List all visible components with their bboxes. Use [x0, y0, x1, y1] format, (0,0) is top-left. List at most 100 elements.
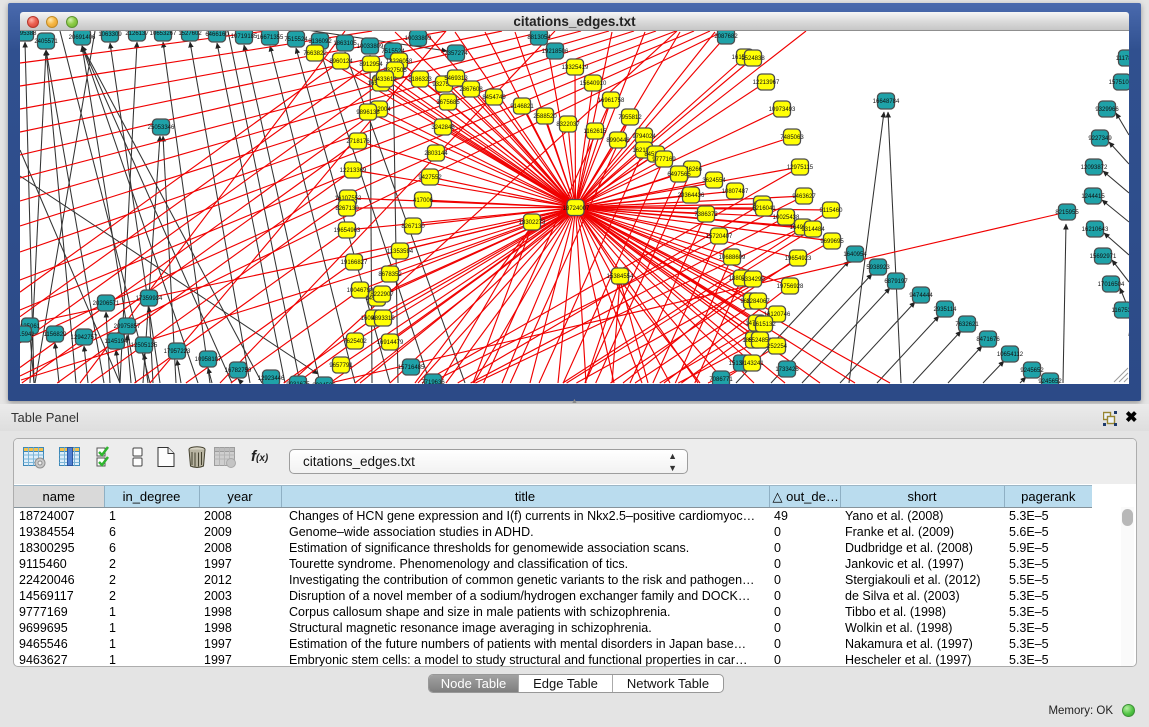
svg-text:11353594: 11353594	[387, 249, 414, 255]
svg-text:9115460: 9115460	[820, 208, 844, 214]
svg-text:8678352: 8678352	[378, 272, 402, 278]
svg-text:7719636: 7719636	[421, 380, 445, 384]
svg-text:7086771: 7086771	[709, 377, 733, 383]
svg-text:10653267: 10653267	[150, 31, 177, 37]
svg-text:8924506: 8924506	[312, 383, 336, 384]
svg-text:9314484: 9314484	[801, 227, 825, 233]
svg-text:417006: 417006	[413, 198, 434, 204]
svg-text:19654923: 19654923	[785, 256, 812, 262]
svg-text:9143241: 9143241	[740, 361, 764, 367]
svg-text:10033809: 10033809	[357, 44, 384, 50]
svg-text:10688609: 10688609	[719, 255, 746, 261]
svg-text:19756928: 19756928	[777, 284, 804, 290]
svg-text:16782759: 16782759	[225, 368, 252, 374]
svg-text:1063309: 1063309	[98, 32, 122, 38]
svg-text:4893319: 4893319	[371, 316, 395, 322]
svg-text:16648784: 16648784	[873, 99, 900, 105]
svg-text:7955812: 7955812	[618, 115, 642, 121]
svg-text:1117843: 1117843	[1116, 56, 1129, 62]
svg-text:2935114: 2935114	[934, 307, 958, 313]
svg-text:7663822: 7663822	[303, 51, 327, 57]
svg-text:18302273: 18302273	[519, 220, 546, 226]
svg-text:6879197: 6879197	[884, 279, 908, 285]
svg-text:12923446: 12923446	[258, 376, 285, 382]
svg-text:10958107: 10958107	[195, 357, 222, 363]
svg-text:9227349: 9227349	[1088, 136, 1112, 142]
svg-text:2718176: 2718176	[346, 139, 370, 145]
svg-text:9463627: 9463627	[792, 194, 816, 200]
svg-text:13325419: 13325419	[562, 65, 589, 71]
svg-text:8454749: 8454749	[482, 95, 506, 101]
svg-text:7625402: 7625402	[343, 339, 367, 345]
svg-text:9794024: 9794024	[632, 134, 656, 140]
svg-text:18724007: 18724007	[563, 206, 590, 212]
svg-text:5938923: 5938923	[866, 265, 890, 271]
svg-text:16210643: 16210643	[1082, 227, 1109, 233]
svg-text:7357274: 7357274	[444, 51, 468, 57]
svg-text:6466160: 6466160	[205, 32, 229, 38]
svg-text:15716485: 15716485	[398, 365, 425, 371]
svg-text:9427552: 9427552	[418, 175, 442, 181]
svg-text:10654112: 10654112	[997, 352, 1024, 358]
svg-text:20364436: 20364436	[678, 193, 705, 199]
svg-text:1162615: 1162615	[584, 129, 608, 135]
svg-text:17359934: 17359934	[136, 296, 163, 302]
svg-text:12213369: 12213369	[340, 168, 367, 174]
svg-text:9031675: 9031675	[286, 382, 310, 384]
svg-text:1615132: 1615132	[752, 322, 776, 328]
svg-text:9699695: 9699695	[820, 239, 844, 245]
svg-text:8215955: 8215955	[1055, 210, 1079, 216]
svg-text:20975857: 20975857	[114, 324, 141, 330]
svg-text:20206571: 20206571	[93, 301, 120, 307]
svg-text:1145194: 1145194	[105, 339, 129, 345]
svg-text:15751074: 15751074	[1109, 80, 1129, 86]
svg-text:8222907: 8222907	[370, 292, 394, 298]
svg-text:1244415: 1244415	[1081, 194, 1105, 200]
svg-text:20691406: 20691406	[69, 35, 96, 41]
svg-text:1195388: 1195388	[20, 31, 37, 37]
svg-text:15640910: 15640910	[580, 81, 607, 87]
svg-text:3675685: 3675685	[436, 100, 460, 106]
svg-text:8267130: 8267130	[335, 206, 359, 212]
svg-text:8912954: 8912954	[359, 62, 383, 68]
svg-text:17016504: 17016504	[1098, 282, 1125, 288]
svg-text:6497565: 6497565	[667, 172, 691, 178]
svg-text:1167533: 1167533	[1112, 308, 1129, 314]
svg-text:8471676: 8471676	[976, 337, 1000, 343]
svg-text:15692971: 15692971	[1090, 254, 1117, 260]
svg-text:10719185: 10719185	[231, 34, 258, 40]
svg-text:15384554: 15384554	[607, 274, 634, 280]
svg-text:2126137: 2126137	[125, 31, 149, 37]
svg-text:9245652: 9245652	[1038, 379, 1062, 384]
svg-text:1863105: 1863105	[333, 41, 357, 47]
svg-text:17957223: 17957223	[164, 349, 191, 355]
svg-text:12942757: 12942757	[71, 335, 98, 341]
svg-text:9433612: 9433612	[373, 77, 397, 83]
svg-text:9777169: 9777169	[652, 157, 676, 163]
svg-text:2867608: 2867608	[459, 87, 483, 93]
svg-text:10033809: 10033809	[405, 36, 432, 42]
svg-text:9474444: 9474444	[909, 293, 933, 299]
svg-text:3242848: 3242848	[431, 125, 455, 131]
svg-text:2405571: 2405571	[34, 39, 58, 45]
svg-text:8267130: 8267130	[401, 224, 425, 230]
svg-text:9657791: 9657791	[329, 363, 353, 369]
svg-text:25053346: 25053346	[148, 125, 175, 131]
svg-text:9146821: 9146821	[510, 104, 534, 110]
svg-text:16671355: 16671355	[257, 35, 284, 41]
svg-text:19654963: 19654963	[334, 228, 361, 234]
svg-text:1156829: 1156829	[44, 332, 68, 338]
svg-text:19218506: 19218506	[542, 49, 569, 55]
svg-text:9896138: 9896138	[356, 110, 380, 116]
svg-text:9329966: 9329966	[1095, 107, 1119, 113]
svg-text:6216041: 6216041	[752, 206, 776, 212]
svg-text:16914479: 16914479	[377, 340, 404, 346]
svg-text:8813054: 8813054	[527, 35, 551, 41]
svg-text:7386372: 7386372	[694, 212, 718, 218]
svg-text:9136092: 9136092	[308, 39, 332, 45]
svg-text:12093872: 12093872	[1081, 165, 1108, 171]
svg-text:16961758: 16961758	[598, 98, 625, 104]
svg-text:15720407: 15720407	[706, 234, 733, 240]
svg-text:12213967: 12213967	[753, 80, 780, 86]
svg-text:10807487: 10807487	[722, 189, 749, 195]
